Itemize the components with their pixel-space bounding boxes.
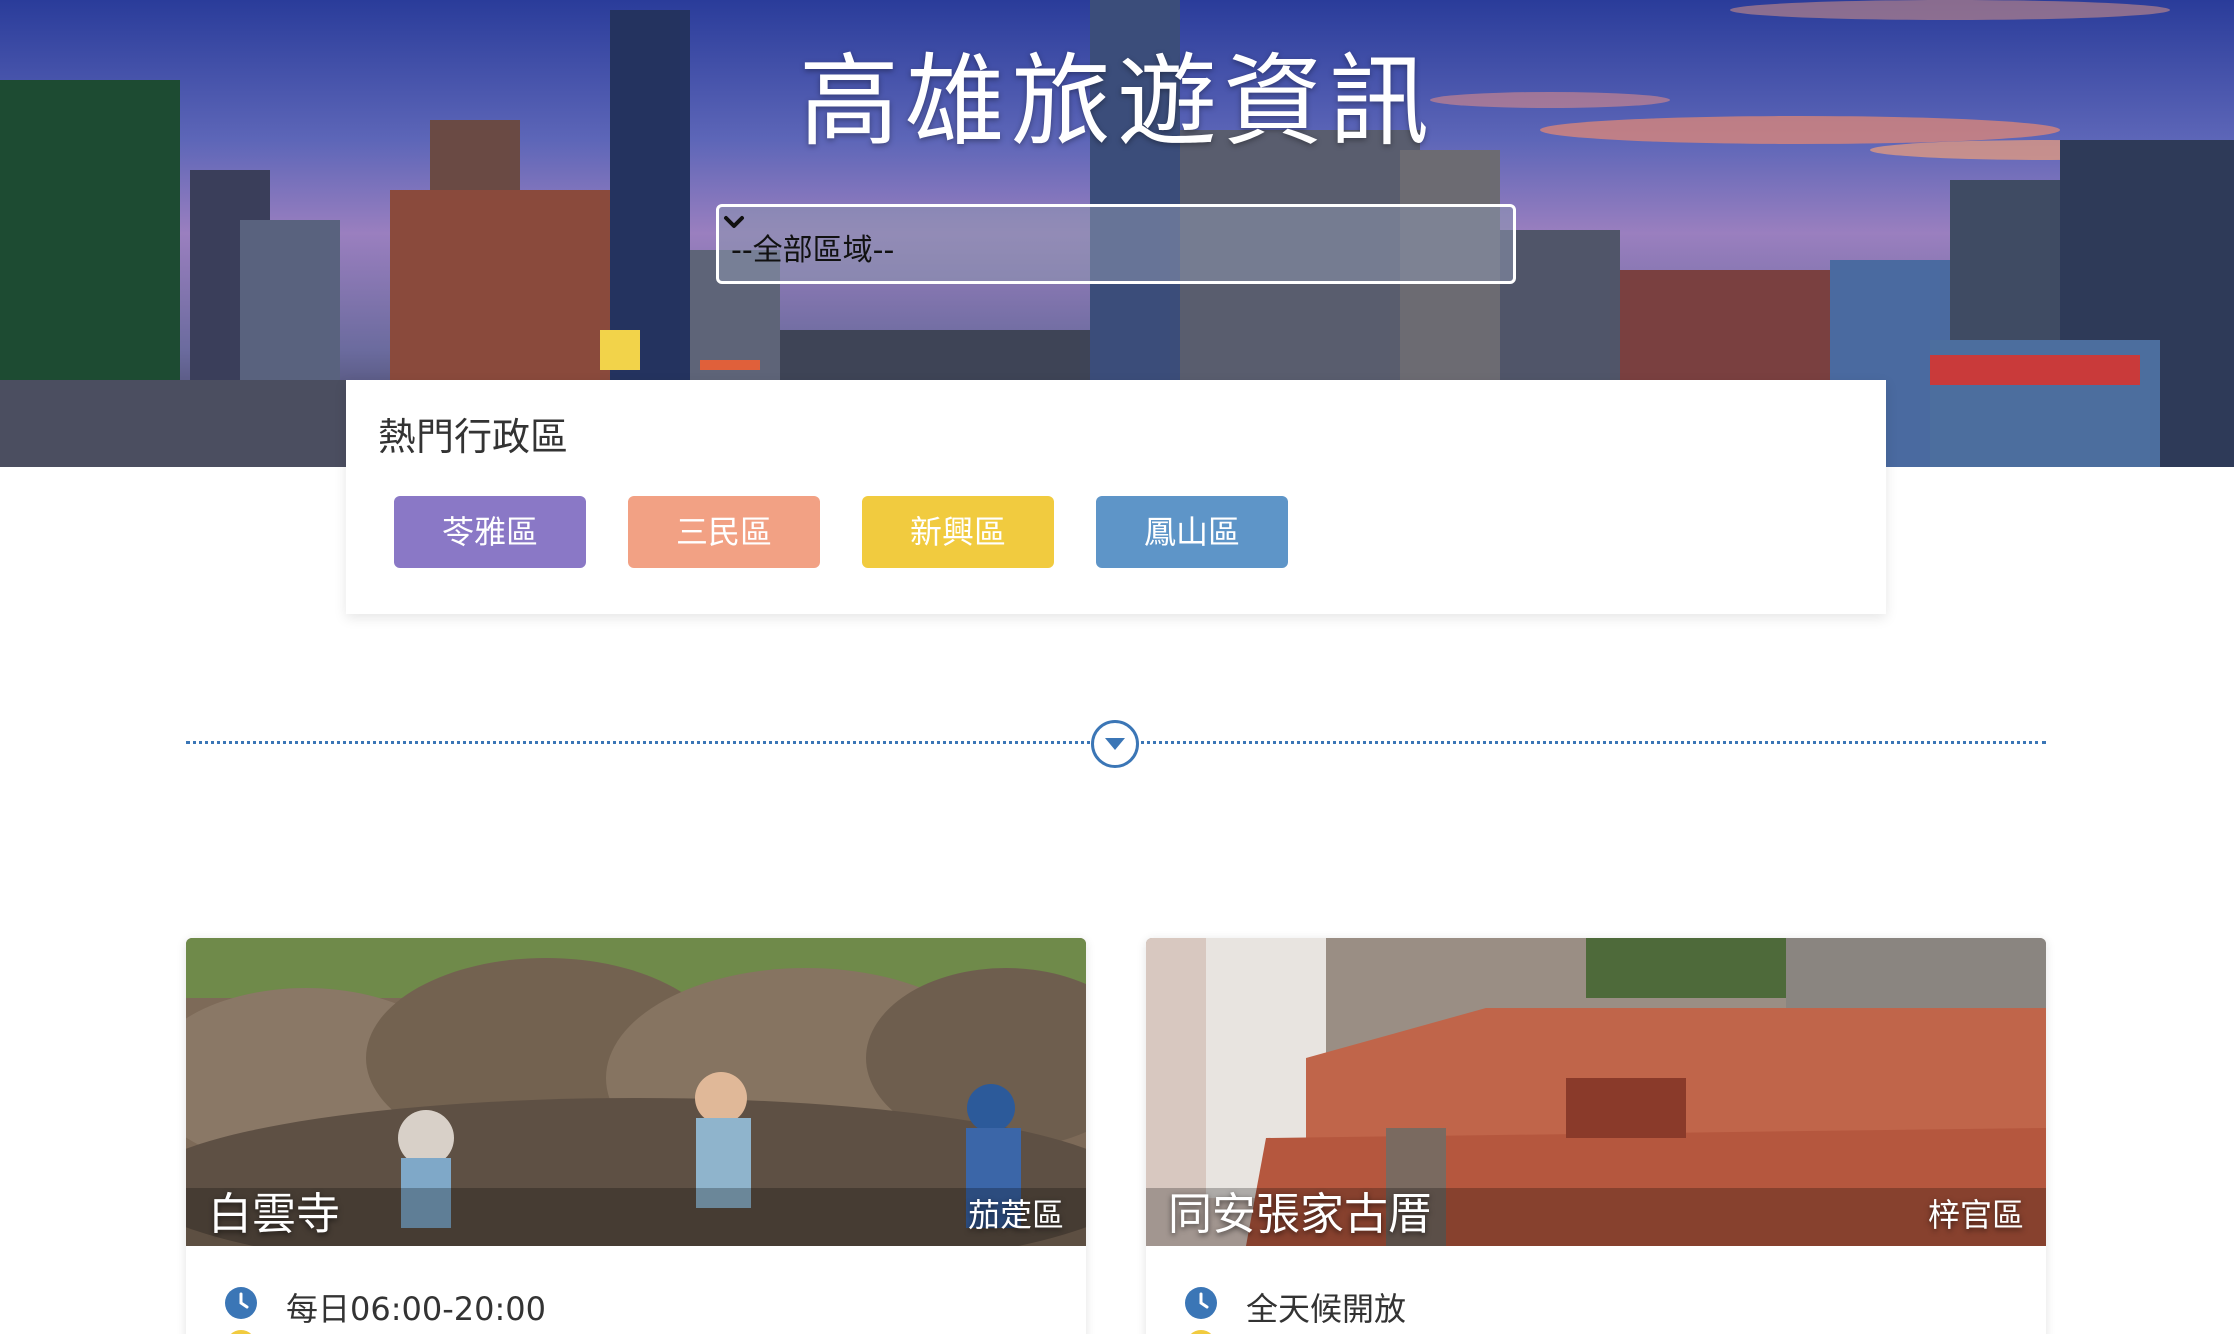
- district-button-lingya[interactable]: 苓雅區: [394, 496, 586, 568]
- clock-icon: [225, 1287, 257, 1319]
- area-select-value: --全部區域--: [731, 233, 895, 268]
- attraction-card[interactable]: 白雲寺 茄萣區 每日06:00-20:00: [186, 938, 1086, 1334]
- attraction-district: 梓官區: [1927, 1196, 2024, 1234]
- attraction-card[interactable]: 同安張家古厝 梓官區 全天候開放: [1146, 938, 2046, 1334]
- hot-districts-title: 熱門行政區: [378, 415, 569, 459]
- opening-hours: 全天候開放: [1246, 1290, 1407, 1328]
- attraction-photo: 白雲寺 茄萣區: [186, 938, 1086, 1246]
- attraction-name: 同安張家古厝: [1168, 1189, 1432, 1240]
- district-button-sanmin[interactable]: 三民區: [628, 496, 820, 568]
- location-icon: [1186, 1330, 1216, 1334]
- district-button-fengshan[interactable]: 鳳山區: [1096, 496, 1288, 568]
- area-select[interactable]: --全部區域--: [716, 204, 1516, 284]
- chevron-down-icon: [724, 216, 744, 228]
- location-icon: [226, 1330, 256, 1334]
- attraction-name: 白雲寺: [208, 1189, 340, 1240]
- attraction-district: 茄萣區: [967, 1196, 1064, 1234]
- hot-districts-panel: 熱門行政區 苓雅區 三民區 新興區 鳳山區: [346, 380, 1886, 614]
- attraction-photo: 同安張家古厝 梓官區: [1146, 938, 2046, 1246]
- scroll-down-button[interactable]: [1091, 720, 1139, 768]
- opening-hours: 每日06:00-20:00: [286, 1290, 546, 1328]
- page-title: 高雄旅遊資訊: [799, 43, 1435, 160]
- district-button-xinxing[interactable]: 新興區: [862, 496, 1054, 568]
- caret-down-icon: [1105, 738, 1125, 750]
- clock-icon: [1185, 1287, 1217, 1319]
